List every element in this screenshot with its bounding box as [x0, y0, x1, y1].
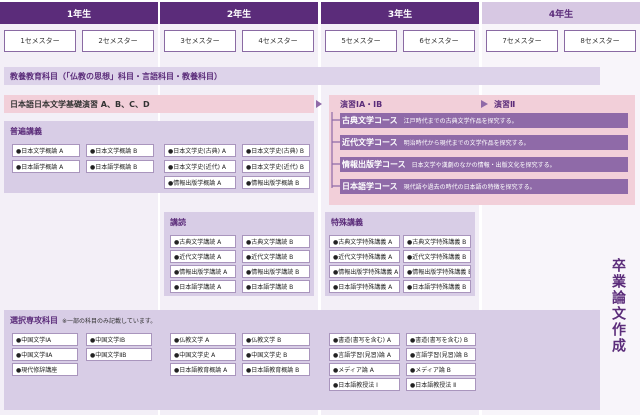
course-item: ●中国文学ⅡA	[12, 348, 78, 361]
course-item: ●日本語学講読 B	[242, 280, 310, 293]
course-item: ●日本語学概論 A	[12, 160, 80, 173]
course-item: ●日本文学史(古典) A	[164, 144, 236, 157]
course-item: ●日本文学概論 A	[12, 144, 80, 157]
course-item: ●情報出版学講読 B	[242, 265, 310, 278]
course-item: ●古典文学特殊講義 B	[403, 235, 471, 248]
course-item: ●情報出版学講読 A	[170, 265, 236, 278]
course-item: ●日本語学概論 B	[86, 160, 154, 173]
semester-7: 7セメスター	[486, 30, 558, 52]
course-item: ●日本文学史(近代) B	[242, 160, 310, 173]
elective-note: ※一部の科目のみ記載しています。	[62, 318, 157, 325]
course-publishing: 情報出版学コース 日本文学や漢劇のなかの情報・出版文化を探究する。	[340, 157, 628, 172]
course-item: ●中国文学史 A	[170, 348, 236, 361]
course-item: ●古典文学講読 B	[242, 235, 310, 248]
course-item: ●中国文学史 B	[242, 348, 310, 361]
semester-6: 6セメスター	[403, 30, 475, 52]
semester-2: 2セメスター	[82, 30, 154, 52]
semester-1: 1セメスター	[4, 30, 76, 52]
course-item: ●日本語教授法 Ⅰ	[329, 378, 400, 391]
course-item: ●情報出版学概論 A	[164, 176, 236, 189]
course-item: ●日本文学史(近代) A	[164, 160, 236, 173]
semester-3: 3セメスター	[164, 30, 236, 52]
course-item: ●日本文学概論 B	[86, 144, 154, 157]
course-item: ●近代文学特殊講義 B	[403, 250, 471, 263]
course-item: ●メディア論 B	[406, 363, 476, 376]
course-item: ●情報出版学概論 B	[242, 176, 310, 189]
course-item: ●古典文学講読 A	[170, 235, 236, 248]
course-item: ●日本語教育概論 B	[242, 363, 310, 376]
course-item: ●日本語教育概論 A	[170, 363, 236, 376]
year-2-header: 2年生	[160, 2, 318, 24]
course-item: ●中国文学ⅠA	[12, 333, 78, 346]
thesis-label: 卒業論文作成	[610, 258, 626, 354]
course-item: ●情報出版学特殊講義 B	[403, 265, 471, 278]
seminar-basic-label: 日本語日本文学基礎演習 A、B、C、D	[10, 99, 150, 109]
course-item: ●日本文学史(古典) B	[242, 144, 310, 157]
semester-5: 5セメスター	[325, 30, 397, 52]
tokushu-title: 特殊講義	[331, 218, 363, 227]
year-4-header: 4年生	[482, 2, 640, 24]
course-item: ●言語学習(見習)論 B	[406, 348, 476, 361]
course-item: ●中国文学ⅠB	[86, 333, 152, 346]
general-education-band: 教養教育科目（「仏教の思想」科目・言語科目・教養科目）	[4, 67, 600, 85]
course-item: ●書道(書写を含む) B	[406, 333, 476, 346]
general-education-label: 教養教育科目（「仏教の思想」科目・言語科目・教養科目）	[10, 71, 222, 81]
course-item: ●情報出版学特殊講義 A	[329, 265, 400, 278]
course-item: ●日本語学特殊講義 B	[403, 280, 471, 293]
semester-8: 8セメスター	[564, 30, 636, 52]
course-item: ●書道(書写を含む) A	[329, 333, 400, 346]
course-item: ●日本語教授法 Ⅱ	[406, 378, 476, 391]
kodoku-title: 講読	[170, 218, 186, 227]
course-item: ●仏教文学 A	[170, 333, 236, 346]
course-item: ●中国文学ⅡB	[86, 348, 152, 361]
course-item: ●近代文学講読 B	[242, 250, 310, 263]
elective-title: 選択専攻科目 ※一部の科目のみ記載しています。	[10, 316, 157, 325]
year-1-header: 1年生	[0, 2, 158, 24]
course-item: ●言語学習(見習)論 A	[329, 348, 400, 361]
course-japanese: 日本語学コース 現代語や過去の時代の日本語の特徴を探究する。	[340, 179, 628, 194]
fukyu-title: 普遍講義	[10, 127, 42, 136]
course-modern: 近代文学コース 明治時代から現代までの文学作品を探究する。	[340, 135, 628, 150]
course-item: ●近代文学特殊講義 A	[329, 250, 400, 263]
course-item: ●古典文学特殊講義 A	[329, 235, 400, 248]
course-item: ●メディア論 A	[329, 363, 400, 376]
seminar-basic-band: 日本語日本文学基礎演習 A、B、C、D	[4, 95, 314, 113]
semester-4: 4セメスター	[242, 30, 314, 52]
course-item: ●日本語学特殊講義 A	[329, 280, 400, 293]
course-classic: 古典文学コース 江戸時代までの古典文学作品を探究する。	[340, 113, 628, 128]
year-3-header: 3年生	[321, 2, 479, 24]
seminar-2-label: 演習Ⅱ	[494, 99, 516, 109]
course-item: ●仏教文学 B	[242, 333, 310, 346]
course-item: ●日本語学講読 A	[170, 280, 236, 293]
course-item: ●現代修辞講座	[12, 363, 78, 376]
course-item: ●近代文学講読 A	[170, 250, 236, 263]
seminar-1-label: 演習ⅠA・ⅠB	[340, 99, 383, 109]
